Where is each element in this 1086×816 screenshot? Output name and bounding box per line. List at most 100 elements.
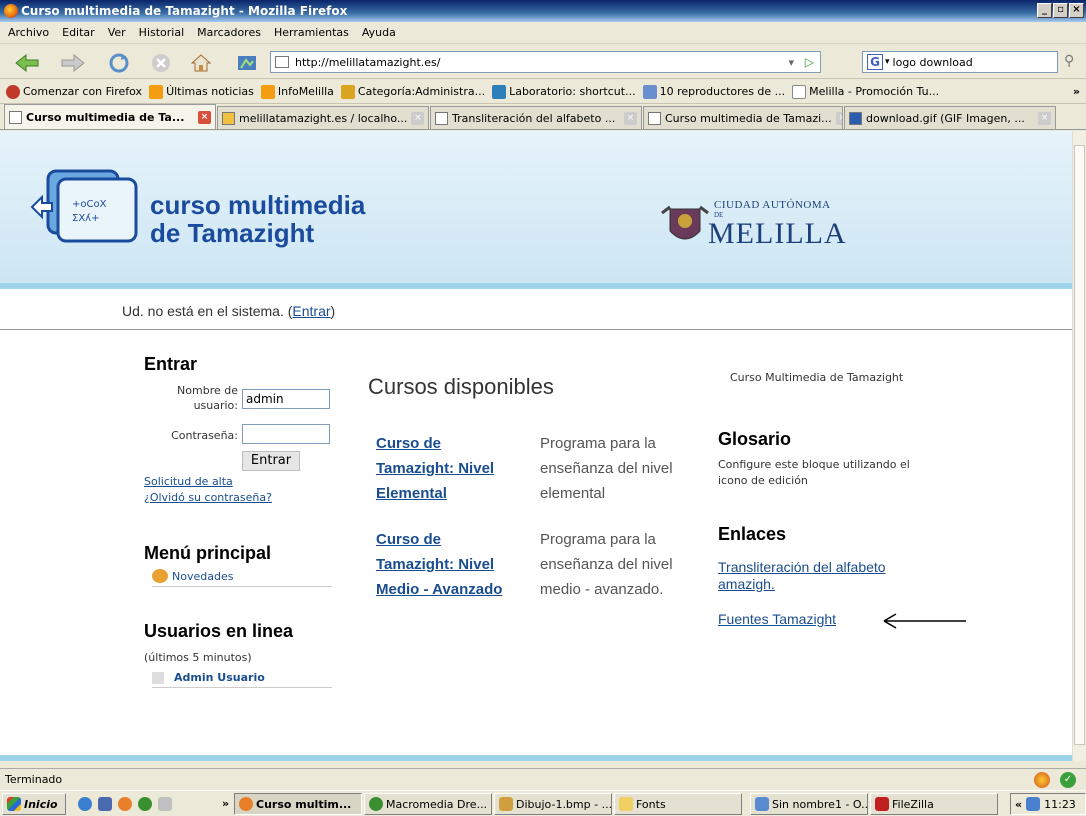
course-link-elemental[interactable]: Curso de Tamazight: Nivel Elemental	[376, 431, 494, 506]
windows-logo-icon	[7, 797, 21, 811]
download-addon-icon[interactable]	[236, 52, 258, 74]
login-status: Ud. no está en el sistema. (Entrar)	[122, 303, 336, 319]
home-icon[interactable]	[190, 52, 212, 74]
paint-icon	[499, 797, 513, 811]
close-tab-icon[interactable]: ×	[1038, 111, 1051, 125]
scrollbar-thumb[interactable]	[1074, 145, 1085, 745]
task-fonts[interactable]: Fonts	[614, 793, 742, 815]
menu-archivo[interactable]: Archivo	[8, 26, 49, 39]
ok-status-icon[interactable]: ✓	[1060, 772, 1076, 788]
url-text: http://melillatamazight.es/	[295, 55, 441, 69]
window-title-bar[interactable]: Curso multimedia de Tamazight - Mozilla …	[0, 0, 1086, 22]
help-quicklaunch-icon[interactable]	[158, 797, 172, 811]
tray-expand-icon[interactable]: «	[1015, 798, 1022, 811]
bookmark-item[interactable]: Categoría:Administra...	[340, 84, 485, 99]
login-link[interactable]: Entrar	[292, 303, 330, 319]
tab-curso-multimedia-2[interactable]: Curso multimedia de Tamazi...×	[643, 106, 843, 129]
tab-phpmyadmin[interactable]: melillatamazight.es / localho... ×	[217, 106, 429, 129]
menu-marcadores[interactable]: Marcadores	[197, 26, 261, 39]
menu-editar[interactable]: Editar	[62, 26, 95, 39]
engine-dropdown-icon[interactable]: ▾	[885, 57, 890, 67]
menu-ayuda[interactable]: Ayuda	[362, 26, 396, 39]
bookmark-item[interactable]: InfoMelilla	[260, 84, 334, 99]
news-menu-item[interactable]: Novedades	[152, 569, 332, 587]
task-firefox[interactable]: Curso multim...	[234, 793, 362, 815]
download-icon	[849, 111, 862, 125]
online-users-subtitle: (últimos 5 minutos)	[144, 651, 252, 664]
minimize-button[interactable]: _	[1037, 3, 1052, 18]
filezilla-icon	[875, 797, 889, 811]
page-icon	[435, 111, 448, 125]
clock[interactable]: 11:23	[1044, 798, 1076, 811]
glossary-heading: Glosario	[718, 429, 792, 449]
reload-icon[interactable]	[108, 52, 130, 74]
search-bar[interactable]: G ▾ logo download	[862, 51, 1058, 73]
firefox-quicklaunch-icon[interactable]	[118, 797, 132, 811]
page-icon	[648, 111, 661, 125]
close-tab-icon[interactable]: ×	[624, 111, 637, 125]
task-dreamweaver[interactable]: Macromedia Dre...	[364, 793, 492, 815]
url-dropdown-icon[interactable]: ▾	[788, 56, 794, 69]
news-link[interactable]: Novedades	[172, 570, 233, 583]
site-name: Curso Multimedia de Tamazight	[730, 371, 904, 384]
username-input[interactable]: admin	[242, 389, 330, 409]
page-icon	[792, 84, 807, 99]
go-icon[interactable]: ▷	[805, 55, 814, 69]
menu-historial[interactable]: Historial	[139, 26, 184, 39]
close-tab-icon[interactable]: ×	[411, 111, 425, 125]
links-heading: Enlaces	[718, 524, 787, 544]
login-button[interactable]: Entrar	[242, 451, 300, 471]
task-paint[interactable]: Dibujo-1.bmp - ...	[494, 793, 612, 815]
tab-curso-multimedia[interactable]: Curso multimedia de Ta... ×	[4, 104, 216, 129]
people-icon	[152, 569, 168, 583]
task-openoffice[interactable]: Sin nombre1 - O...	[750, 793, 868, 815]
forgot-password-link[interactable]: ¿Olvidó su contraseña?	[144, 491, 272, 504]
bookmark-item[interactable]: Comenzar con Firefox	[6, 84, 142, 99]
forward-icon[interactable]	[60, 52, 90, 74]
firefox-bookmark-icon	[6, 84, 20, 99]
tab-transliteracion[interactable]: Transliteración del alfabeto ... ×	[430, 106, 642, 129]
courses-heading: Cursos disponibles	[368, 374, 554, 399]
desktop-quicklaunch-icon[interactable]	[98, 797, 112, 811]
ie-quicklaunch-icon[interactable]	[78, 797, 92, 811]
menu-ver[interactable]: Ver	[108, 26, 126, 39]
glossary-text: Configure este bloque utilizando el icono…	[718, 458, 910, 487]
search-icon[interactable]: ⚲	[1064, 53, 1074, 69]
google-search-engine-icon[interactable]: G	[867, 54, 883, 70]
task-filezilla[interactable]: FileZilla	[870, 793, 998, 815]
online-user-link[interactable]: Admin Usuario	[174, 671, 265, 684]
menu-herramientas[interactable]: Herramientas	[274, 26, 349, 39]
transliteration-link[interactable]: Transliteración del alfabeto amazigh.	[718, 559, 886, 593]
close-tab-icon[interactable]: ×	[198, 110, 211, 124]
main-menu-heading: Menú principal	[144, 543, 272, 563]
url-bar[interactable]: http://melillatamazight.es/ ▾ ▷	[270, 51, 821, 73]
password-input[interactable]	[242, 424, 330, 444]
course-desc-medio-avanzado: Programa para la enseñanza del nivel medio…	[540, 531, 673, 598]
bookmark-item[interactable]: Últimas noticias	[149, 84, 254, 99]
close-button[interactable]: ×	[1069, 3, 1084, 18]
tab-download-gif[interactable]: download.gif (GIF Imagen, ... ×	[844, 106, 1056, 129]
bookmark-item[interactable]: Melilla - Promoción Tu...	[792, 84, 939, 99]
back-icon[interactable]	[14, 52, 44, 74]
site-banner: +oCoX ΣXʎ+ curso multimedia de Tamazight…	[0, 131, 1072, 289]
bookmark-item[interactable]: Laboratorio: shortcut...	[492, 84, 636, 99]
dreamweaver-quicklaunch-icon[interactable]	[138, 797, 152, 811]
course-desc-elemental: Programa para la enseñanza del nivel eleme…	[540, 435, 673, 502]
course-link-medio-avanzado[interactable]: Curso de Tamazight: Nivel Medio - Avanzado	[376, 527, 502, 602]
fonts-link[interactable]: Fuentes Tamazight	[718, 611, 836, 627]
bookmark-item[interactable]: 10 reproductores de ...	[642, 84, 785, 99]
vertical-scrollbar[interactable]	[1072, 131, 1086, 761]
site-logo-text: curso multimedia de Tamazight	[150, 190, 366, 248]
firebug-icon[interactable]	[1034, 772, 1050, 788]
quicklaunch-overflow-icon[interactable]: »	[222, 797, 229, 810]
bookmarks-overflow-icon[interactable]: »	[1073, 85, 1080, 98]
stop-icon[interactable]	[150, 52, 172, 74]
start-button[interactable]: Inicio	[2, 793, 66, 815]
firefox-icon	[4, 4, 18, 18]
network-tray-icon[interactable]	[1026, 797, 1041, 811]
signup-link[interactable]: Solicitud de alta	[144, 475, 233, 488]
maximize-button[interactable]: ▫	[1053, 3, 1068, 18]
bookmarks-toolbar: Comenzar con Firefox Últimas noticias In…	[0, 80, 1086, 104]
username-label: Nombre de usuario:	[177, 384, 238, 412]
close-tab-icon[interactable]: ×	[835, 111, 842, 125]
